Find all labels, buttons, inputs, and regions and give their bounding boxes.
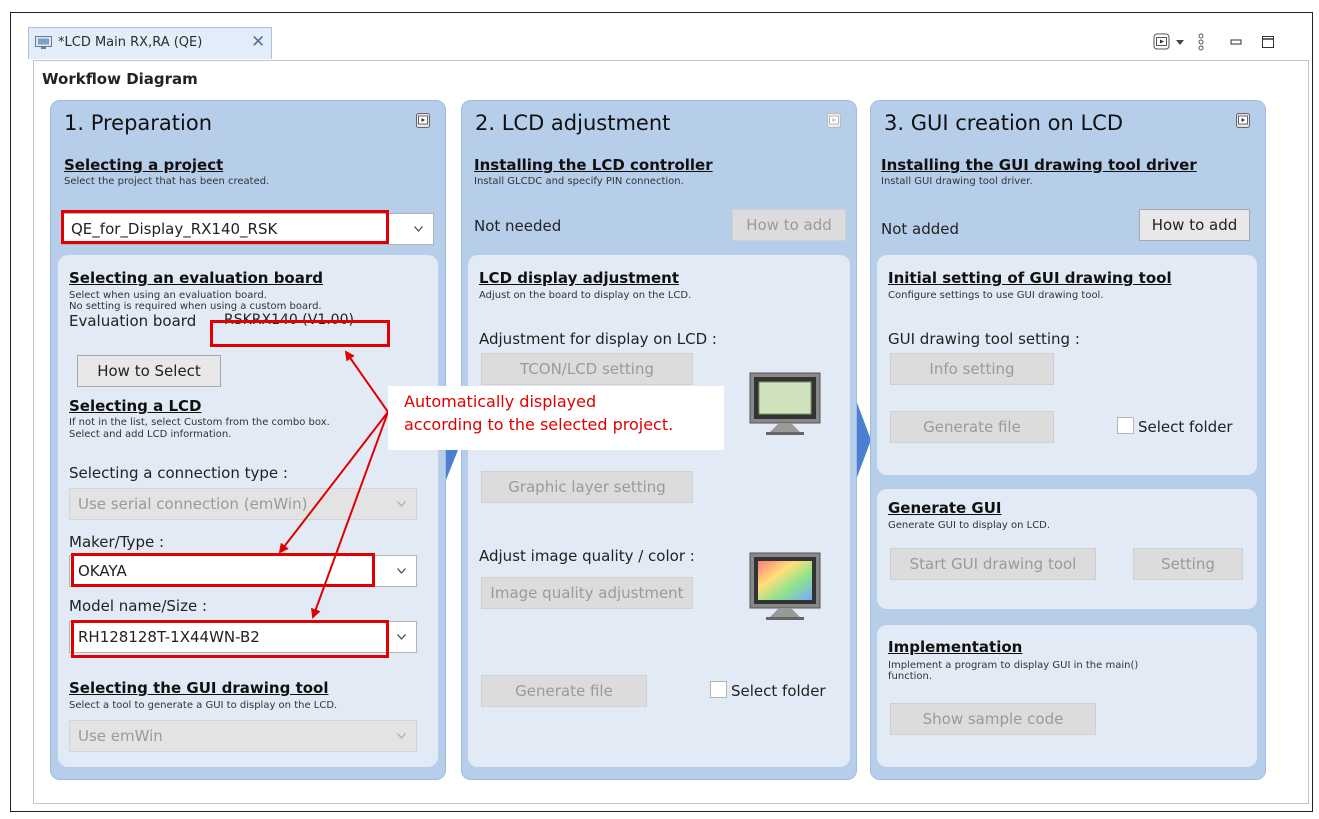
video-icon[interactable] [1236,113,1250,128]
lcd-controller-desc: Install GLCDC and specify PIN connection… [474,176,684,187]
tcon-lcd-setting-button[interactable]: TCON/LCD setting [481,353,693,385]
how-to-add-button[interactable]: How to add [732,209,846,241]
gui-tool-setting-label: GUI drawing tool setting : [888,330,1080,348]
view-toolbar [1139,31,1299,53]
checkbox-box[interactable] [1117,417,1134,434]
panel-title: 3. GUI creation on LCD [884,111,1123,135]
display-adjust-heading: LCD display adjustment [479,269,680,287]
highlight-maker [71,553,375,587]
tab-title: *LCD Main RX,RA (QE) [58,35,203,50]
callout-line-2: according to the selected project. [404,415,674,434]
minimize-icon[interactable] [1229,31,1243,53]
gui-driver-status: Not added [881,220,960,238]
select-folder-checkbox[interactable]: Select folder [1117,417,1233,436]
panel-gui-creation: 3. GUI creation on LCD Installing the GU… [870,100,1266,780]
connection-value: Use serial connection (emWin) [78,495,308,513]
gui-tool-value: Use emWin [78,727,163,745]
panel-title: 2. LCD adjustment [475,111,671,135]
callout-line-1: Automatically displayed [404,392,597,411]
chevron-down-icon [397,501,406,507]
board-desc-2: No setting is required when using a cust… [69,301,322,312]
implementation-box: Implementation Implement a program to di… [877,625,1257,767]
generate-gui-heading: Generate GUI [888,499,1002,517]
implementation-desc-1: Implement a program to display GUI in th… [888,660,1139,671]
setting-button[interactable]: Setting [1133,548,1243,580]
connection-combo[interactable]: Use serial connection (emWin) [69,488,417,520]
implementation-desc-2: function. [888,671,933,682]
how-to-add-button[interactable]: How to add [1139,209,1250,241]
board-heading: Selecting an evaluation board [69,269,323,287]
panel-title: 1. Preparation [64,111,213,135]
display-adjust-desc: Adjust on the board to display on the LC… [479,290,692,301]
lcd-controller-status: Not needed [474,217,562,235]
highlight-board [210,320,390,347]
lcd-monitor-icon [749,372,821,435]
generate-file-button[interactable]: Generate file [890,411,1054,443]
how-to-select-button[interactable]: How to Select [77,355,221,387]
more-options-icon[interactable] [1197,31,1205,53]
graphic-layer-setting-button[interactable]: Graphic layer setting [481,471,693,503]
chevron-down-icon [397,634,406,640]
gui-driver-desc: Install GUI drawing tool driver. [881,176,1033,187]
lcd-desc-2: Select and add LCD information. [69,429,232,440]
image-quality-button[interactable]: Image quality adjustment [481,577,693,609]
lcd-controller-heading: Installing the LCD controller [474,156,713,174]
callout-note: Automatically displayed according to the… [388,386,724,450]
chevron-down-icon [397,568,406,574]
maximize-icon[interactable] [1261,31,1275,53]
monitor-icon [35,36,52,49]
video-icon[interactable] [827,113,841,128]
chevron-down-icon [414,226,423,232]
connection-label: Selecting a connection type : [69,464,288,482]
board-desc-1: Select when using an evaluation board. [69,290,267,301]
checkbox-box[interactable] [710,681,727,698]
gui-tool-heading: Selecting the GUI drawing tool [69,679,329,697]
editor-tab[interactable]: *LCD Main RX,RA (QE) ✕ [28,27,272,59]
generate-gui-desc: Generate GUI to display on LCD. [888,520,1051,531]
select-folder-checkbox[interactable]: Select folder [710,681,826,700]
project-heading: Selecting a project [64,156,224,174]
editor-tab-bar: *LCD Main RX,RA (QE) ✕ [23,27,1305,59]
initial-setting-box: Initial setting of GUI drawing tool Conf… [877,255,1257,475]
chevron-down-icon [397,733,406,739]
board-label: Evaluation board [69,312,197,330]
highlight-project [61,210,389,244]
initial-setting-heading: Initial setting of GUI drawing tool [888,269,1172,287]
video-icon[interactable] [416,113,430,128]
select-folder-label: Select folder [1138,418,1233,436]
lcd-heading: Selecting a LCD [69,397,202,415]
image-quality-label: Adjust image quality / color : [479,547,695,565]
gui-tool-combo[interactable]: Use emWin [69,720,417,752]
model-label: Model name/Size : [69,597,208,615]
close-icon[interactable]: ✕ [251,32,265,52]
maker-label: Maker/Type : [69,533,165,551]
workflow-label: Workflow Diagram [42,70,198,88]
lcd-desc-1: If not in the list, select Custom from t… [69,417,330,428]
start-gui-tool-button[interactable]: Start GUI drawing tool [890,548,1096,580]
display-adjust-label: Adjustment for display on LCD : [479,330,717,348]
project-desc: Select the project that has been created… [64,176,270,187]
info-setting-button[interactable]: Info setting [890,353,1054,385]
gui-tool-desc: Select a tool to generate a GUI to displ… [69,700,338,711]
video-icon[interactable] [1153,31,1171,53]
show-sample-code-button[interactable]: Show sample code [890,703,1096,735]
implementation-heading: Implementation [888,638,1023,656]
generate-gui-box: Generate GUI Generate GUI to display on … [877,489,1257,609]
select-folder-label: Select folder [731,682,826,700]
highlight-model [71,620,389,658]
initial-setting-desc: Configure settings to use GUI drawing to… [888,290,1104,301]
generate-file-button[interactable]: Generate file [481,675,647,707]
display-adjust-box: LCD display adjustment Adjust on the boa… [468,255,850,767]
flow-arrow-icon [856,400,871,480]
panel-preparation: 1. Preparation Selecting a project Selec… [50,100,446,780]
dropdown-icon[interactable] [1175,31,1185,53]
lcd-color-icon [749,552,821,620]
gui-driver-heading: Installing the GUI drawing tool driver [881,156,1197,174]
